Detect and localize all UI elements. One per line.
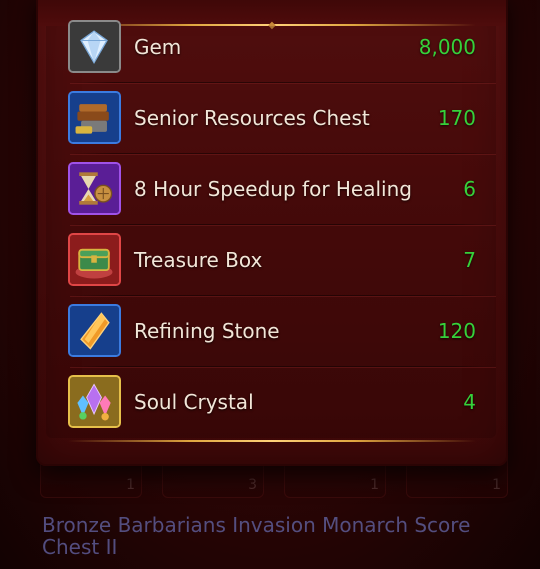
- reward-name: 8 Hour Speedup for Healing: [134, 177, 412, 201]
- resources-chest-icon: [68, 91, 121, 144]
- reward-quantity: 4: [463, 390, 476, 414]
- reward-quantity: 8,000: [418, 35, 476, 59]
- reward-quantity: 6: [463, 177, 476, 201]
- reward-list[interactable]: Gem 8,000 Senior Resources Chest 170 8 H…: [46, 20, 496, 438]
- reward-quantity: 120: [437, 319, 476, 343]
- reward-row-gem: Gem 8,000: [46, 12, 496, 83]
- slot-count: 1: [370, 477, 379, 493]
- soul-crystal-icon: [68, 375, 121, 428]
- reward-name: Treasure Box: [134, 248, 263, 272]
- slot-count: 1: [126, 477, 135, 493]
- refining-stone-icon: [68, 304, 121, 357]
- reward-name: Refining Stone: [134, 319, 280, 343]
- reward-row-refining-stone: Refining Stone 120: [46, 296, 496, 367]
- reward-name: Gem: [134, 35, 182, 59]
- reward-row-speedup-healing: 8 Hour Speedup for Healing 6: [46, 154, 496, 225]
- gold-trim-bottom: [68, 440, 476, 442]
- reward-quantity: 170: [437, 106, 476, 130]
- background-chest-title: Bronze Barbarians Invasion Monarch Score…: [42, 513, 471, 559]
- reward-quantity: 7: [463, 248, 476, 272]
- slot-count: 1: [492, 477, 501, 493]
- reward-row-soul-crystal: Soul Crystal 4: [46, 367, 496, 438]
- reward-list-dialog: ◆ ◆ Gem 8,000: [36, 0, 508, 466]
- slot-count: 3: [248, 477, 257, 493]
- reward-name: Soul Crystal: [134, 390, 254, 414]
- treasure-box-icon: [68, 233, 121, 286]
- reward-row-treasure-box: Treasure Box 7: [46, 225, 496, 296]
- reward-name: Senior Resources Chest: [134, 106, 370, 130]
- gem-icon: [68, 20, 121, 73]
- reward-row-senior-resources-chest: Senior Resources Chest 170: [46, 83, 496, 154]
- hourglass-icon: [68, 162, 121, 215]
